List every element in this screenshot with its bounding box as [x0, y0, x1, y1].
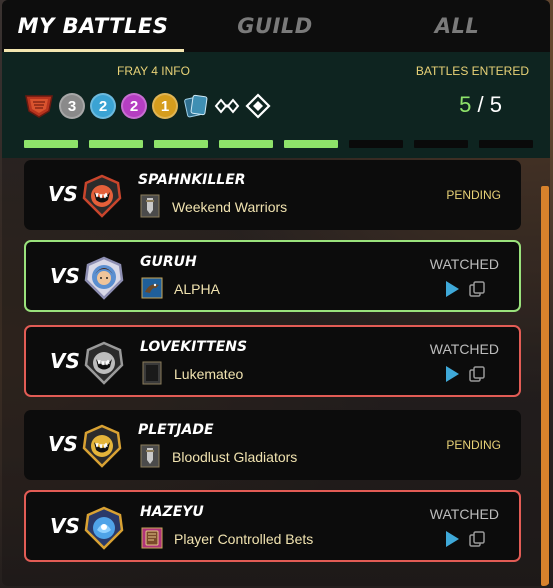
- legendary-count-badge: 1: [152, 93, 178, 119]
- scrollbar[interactable]: [541, 186, 549, 586]
- opponent-avatar-icon: [82, 174, 122, 218]
- battle-status: WATCHED: [429, 341, 499, 357]
- vs-label: VS: [48, 182, 78, 206]
- opponent-guild[interactable]: Player Controlled Bets: [174, 531, 313, 547]
- battle-status: PENDING: [446, 188, 501, 202]
- battle-card[interactable]: VS PLETJADE Bloodlust Gladiators PENDING: [24, 410, 521, 480]
- progress-segment: [284, 140, 338, 148]
- vs-label: VS: [50, 514, 80, 538]
- opponent-guild[interactable]: Lukemateo: [174, 366, 243, 382]
- opponent-guild[interactable]: ALPHA: [174, 281, 220, 297]
- card-set-icon: [184, 94, 208, 118]
- opponent-avatar-icon: [84, 506, 124, 550]
- guild-banner-icon: [141, 277, 163, 299]
- progress-segment: [154, 140, 208, 148]
- league-badge-icon: [25, 95, 53, 118]
- vs-label: VS: [48, 432, 78, 456]
- fray-info-label[interactable]: FRAY 4 INFO: [117, 64, 190, 78]
- opponent-name[interactable]: LOVEKITTENS: [140, 339, 247, 355]
- opponent-guild[interactable]: Bloodlust Gladiators: [172, 449, 297, 465]
- battle-card[interactable]: VS GURUH ALPHA WATCHED: [24, 240, 521, 312]
- opponent-name[interactable]: HAZEYU: [140, 504, 204, 520]
- guild-banner-icon: [141, 527, 163, 549]
- vs-label: VS: [50, 264, 80, 288]
- progress-segment: [479, 140, 533, 148]
- rare-count-badge: 2: [90, 93, 116, 119]
- opponent-name[interactable]: SPAHNKILLER: [138, 172, 246, 188]
- guild-banner-icon: [140, 444, 160, 468]
- tab-bar: MY BATTLES GUILD ALL: [2, 0, 550, 52]
- epic-count-badge: 2: [121, 93, 147, 119]
- battle-status: PENDING: [446, 438, 501, 452]
- copy-link-icon[interactable]: [469, 281, 485, 297]
- opponent-avatar-icon: [84, 341, 124, 385]
- battle-card[interactable]: VS HAZEYU Player Controlled Bets WATCHED: [24, 490, 521, 562]
- battles-panel: MY BATTLES GUILD ALL FRAY 4 INFO BATTLES…: [2, 0, 550, 586]
- battles-entered-count: 5 / 5: [459, 92, 502, 118]
- battle-progress-bar: [24, 140, 533, 148]
- opponent-avatar-icon: [84, 256, 124, 300]
- progress-segment: [414, 140, 468, 148]
- progress-segment: [219, 140, 273, 148]
- battle-card[interactable]: VS SPAHNKILLER Weekend Warriors PENDING: [24, 160, 521, 230]
- entered-count-value: 5: [459, 92, 472, 117]
- vs-label: VS: [50, 349, 80, 373]
- double-diamond-icon: [214, 98, 240, 114]
- play-replay-icon[interactable]: [443, 530, 461, 548]
- play-replay-icon[interactable]: [443, 365, 461, 383]
- opponent-name[interactable]: GURUH: [140, 254, 197, 270]
- guild-banner-icon: [142, 361, 162, 385]
- progress-segment: [349, 140, 403, 148]
- guild-banner-icon: [140, 194, 160, 218]
- common-count-badge: 3: [59, 93, 85, 119]
- entered-separator: /: [471, 92, 490, 117]
- battle-status: WATCHED: [429, 506, 499, 522]
- opponent-guild[interactable]: Weekend Warriors: [172, 199, 287, 215]
- copy-link-icon[interactable]: [469, 531, 485, 547]
- fray-info-header: FRAY 4 INFO BATTLES ENTERED 3 2 2 1 5 / …: [2, 52, 550, 158]
- play-replay-icon[interactable]: [443, 280, 461, 298]
- copy-link-icon[interactable]: [469, 366, 485, 382]
- battle-card[interactable]: VS LOVEKITTENS Lukemateo WATCHED: [24, 325, 521, 397]
- battle-status: WATCHED: [429, 256, 499, 272]
- diamond-ruleset-icon: [245, 93, 271, 119]
- tab-guild[interactable]: GUILD: [184, 0, 366, 52]
- opponent-avatar-icon: [82, 424, 122, 468]
- battles-entered-label: BATTLES ENTERED: [415, 64, 529, 78]
- tab-all[interactable]: ALL: [366, 0, 548, 52]
- progress-segment: [24, 140, 78, 148]
- progress-segment: [89, 140, 143, 148]
- entered-total-value: 5: [489, 92, 502, 117]
- fray-rules-row: 3 2 2 1: [24, 90, 271, 122]
- tab-my-battles[interactable]: MY BATTLES: [2, 0, 184, 52]
- opponent-name[interactable]: PLETJADE: [138, 422, 214, 438]
